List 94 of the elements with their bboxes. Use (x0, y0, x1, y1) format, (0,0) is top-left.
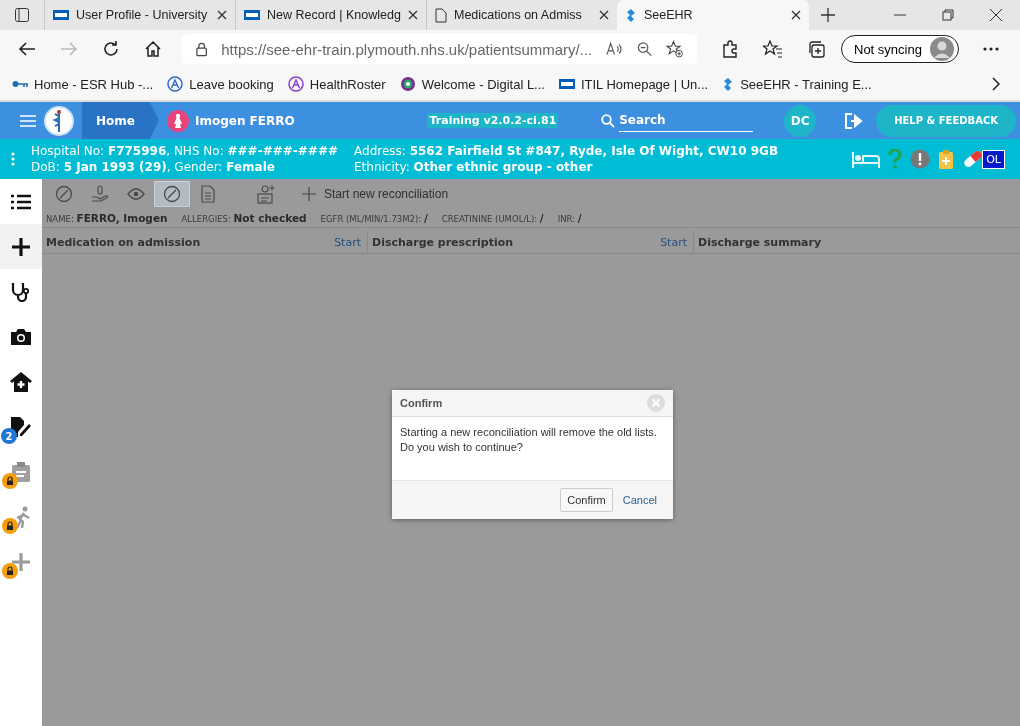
bookmark[interactable]: Welcome - Digital L... (399, 76, 545, 92)
logout-icon[interactable] (844, 111, 865, 130)
read-aloud-icon[interactable] (606, 42, 624, 56)
column-heading: Medication on admission (46, 235, 202, 249)
clipboard-icon[interactable] (938, 149, 955, 169)
patient-detail: Hospital No: F775996, NHS No: ###-###-#### (31, 144, 338, 158)
favorite-add-icon[interactable] (666, 40, 683, 58)
favorites-icon[interactable] (763, 40, 783, 58)
refresh-icon[interactable] (102, 40, 120, 58)
bookmark[interactable]: Leave booking (167, 76, 274, 92)
dialog-message: Starting a new reconciliation will remove the old lists. (400, 425, 658, 440)
logo-icon (287, 76, 304, 92)
plus-icon (12, 237, 30, 256)
patient-info: EGFR (ML/MIN/1.73M2): / (320, 212, 428, 224)
logo-icon (244, 10, 260, 20)
lock-icon (2, 518, 18, 534)
patient-detail: DoB: 5 Jan 1993 (29), Gender: Female (31, 160, 276, 174)
sidebar-item[interactable]: 2 (0, 404, 42, 449)
alert-icon[interactable] (910, 149, 931, 169)
close-icon[interactable] (217, 10, 227, 20)
restore-icon[interactable] (942, 9, 954, 21)
bookmark[interactable]: HealthRoster (287, 76, 386, 92)
logo-icon (722, 76, 735, 92)
tab-title: User Profile - University (76, 8, 209, 22)
tab-title: Medications on Admiss (454, 8, 583, 22)
logo-icon (44, 105, 74, 136)
column-heading: Discharge summary (698, 235, 823, 249)
bookmark[interactable]: SeeEHR - Training E... (722, 76, 872, 92)
new-tab-icon[interactable] (821, 8, 835, 22)
close-icon[interactable] (408, 10, 418, 20)
patient-detail: Address: 5562 Fairfield St #847, Ryde, Isle Of Wight, CW10 9GB (354, 144, 779, 158)
pill-icon (55, 185, 73, 203)
lock-icon (196, 41, 208, 57)
collections-icon[interactable] (807, 40, 825, 58)
house-medical-icon (10, 371, 32, 392)
close-icon[interactable] (599, 10, 609, 20)
tab-title: New Record | Knowledg (267, 8, 401, 22)
document-icon (201, 185, 215, 203)
logo-icon (53, 10, 69, 20)
search-field[interactable]: Search (619, 109, 754, 132)
plus-icon (302, 187, 316, 201)
bookmark[interactable]: Home - ESR Hub -... (12, 76, 154, 92)
lock-icon (2, 563, 18, 579)
close-icon[interactable] (990, 9, 1002, 21)
menu-icon[interactable] (20, 114, 36, 127)
chevron-right-icon[interactable] (992, 77, 1000, 91)
column-heading: Discharge prescription (372, 235, 515, 249)
url-text: https://see-ehr-train.plymouth.nhs.uk/patientsummary/... (221, 40, 593, 58)
page-icon (435, 7, 447, 23)
confirm-button[interactable]: Confirm (560, 488, 613, 512)
close-icon[interactable] (791, 10, 801, 20)
more-icon[interactable] (982, 47, 999, 51)
stethoscope-icon (11, 281, 31, 302)
hand-icon (91, 185, 109, 203)
zoom-out-icon[interactable] (637, 41, 653, 57)
eye-icon (127, 188, 145, 200)
patient-info: CREATININE (UMOL/L): / (441, 212, 544, 224)
toolbar-button[interactable] (154, 181, 190, 207)
search-icon (601, 113, 616, 128)
tab-title: SeeEHR (644, 8, 694, 22)
dialog-title: Confirm (400, 397, 443, 409)
start-reconciliation-button[interactable]: Start new reconciliation (296, 186, 455, 202)
status-badge[interactable]: OL (982, 149, 1005, 169)
count-badge: 2 (1, 428, 17, 444)
patient-info: NAME: FERRO, Imogen (46, 212, 168, 224)
home-button[interactable]: Home (82, 102, 159, 139)
patient-detail: Ethnicity: Other ethnic group - other (354, 160, 594, 174)
dialog-message: Do you wish to continue? (400, 440, 524, 455)
camera-icon (11, 328, 31, 345)
logo-icon (399, 76, 416, 92)
logo-icon (625, 7, 637, 23)
list-icon (11, 193, 31, 210)
sidebar-item[interactable] (0, 224, 42, 269)
plus-icon (12, 552, 30, 571)
browser-tab[interactable]: SeeEHR (617, 0, 809, 30)
lock-icon (2, 473, 18, 489)
address-bar[interactable]: https://see-ehr-train.plymouth.nhs.uk/patientsummary/... (182, 34, 697, 64)
patient-info: ALLERGIES: Not checked (181, 212, 307, 224)
home-icon[interactable] (144, 40, 162, 58)
version-label: Training v2.0.2-ci.81 (427, 113, 559, 128)
patient-info: INR: / (557, 212, 582, 224)
female-patient-icon (166, 109, 189, 132)
referral-icon (256, 184, 276, 204)
tab-actions-icon[interactable] (14, 7, 30, 23)
back-icon[interactable] (18, 41, 36, 57)
avatar-icon (929, 37, 954, 61)
cancel-link[interactable]: Cancel (622, 494, 657, 506)
pill-icon (163, 185, 181, 203)
sync-button[interactable]: Not syncing (841, 35, 959, 63)
extensions-icon[interactable] (721, 40, 739, 58)
bookmark[interactable]: ITIL Homepage | Un... (558, 76, 709, 92)
logo-icon (167, 76, 184, 92)
logo-icon (558, 79, 575, 89)
key-icon (12, 80, 28, 88)
